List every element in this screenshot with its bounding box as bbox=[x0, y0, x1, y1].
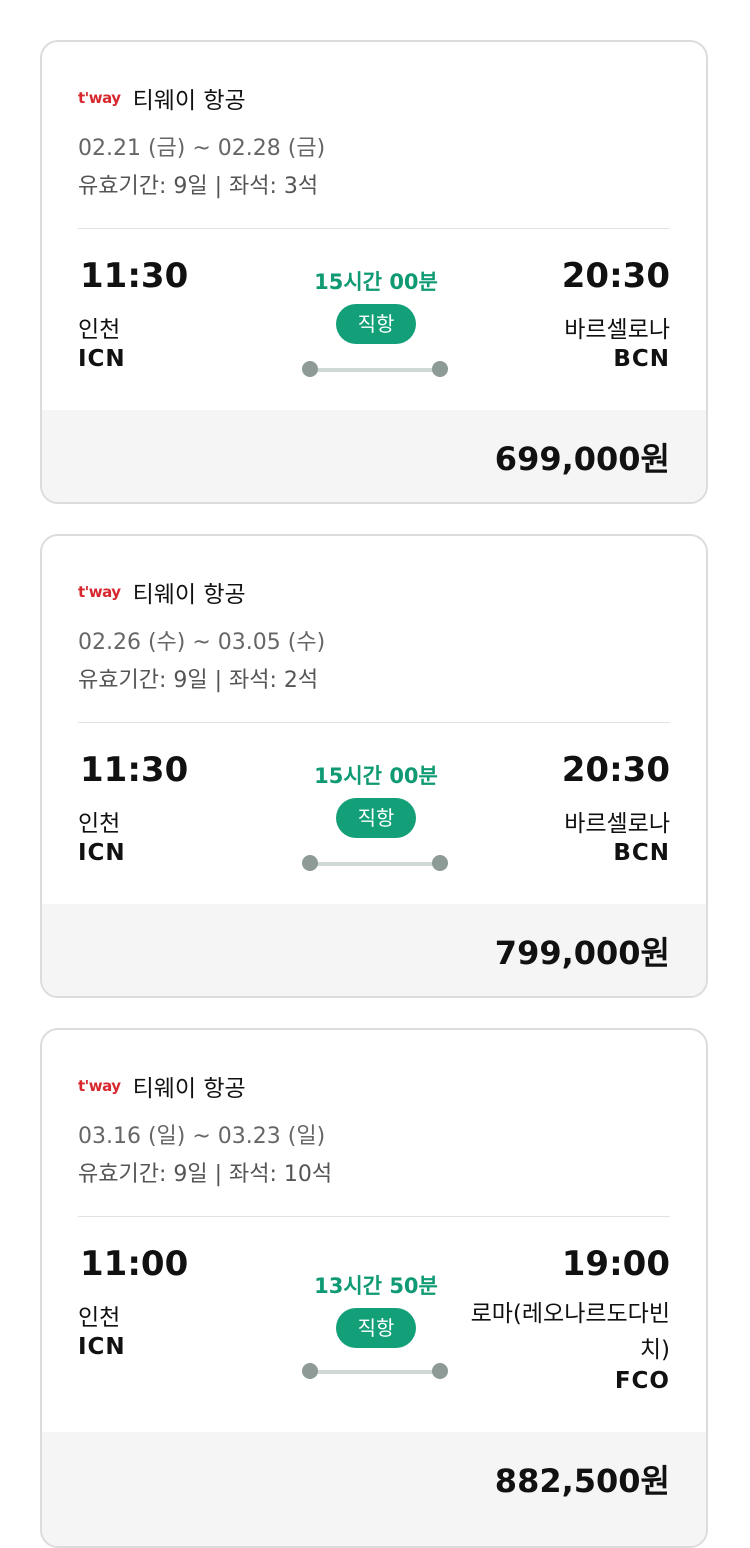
destination-dot-icon bbox=[432, 361, 448, 377]
divider bbox=[78, 1216, 670, 1217]
departure-code: ICN bbox=[78, 840, 126, 866]
direct-flight-badge: 직항 bbox=[336, 304, 416, 344]
flight-duration: 15시간 00분 bbox=[314, 764, 438, 788]
origin-dot-icon bbox=[302, 1363, 318, 1379]
price: 699,000원 bbox=[494, 440, 670, 478]
departure-city: 인천 bbox=[78, 317, 121, 343]
route-line bbox=[310, 1370, 440, 1374]
airline: t'way 티웨이 항공 bbox=[78, 574, 246, 610]
departure-city: 인천 bbox=[78, 1305, 121, 1331]
price-bar: 699,000원 bbox=[42, 410, 706, 502]
departure-time: 11:30 bbox=[80, 256, 189, 296]
divider bbox=[78, 722, 670, 723]
arrival-city: 바르셀로나 bbox=[564, 811, 670, 837]
travel-dates: 02.26 (수) ~ 03.05 (수) bbox=[78, 630, 326, 655]
flight-duration: 13시간 50분 bbox=[314, 1274, 438, 1298]
airline-name: 티웨이 항공 bbox=[132, 88, 246, 114]
price: 882,500원 bbox=[494, 1462, 670, 1500]
departure-time: 11:30 bbox=[80, 750, 189, 790]
arrival-city: 바르셀로나 bbox=[564, 317, 670, 343]
flight-card[interactable]: t'way 티웨이 항공 02.21 (금) ~ 02.28 (금) 유효기간:… bbox=[40, 40, 708, 504]
price-bar: 882,500원 bbox=[42, 1432, 706, 1546]
arrival-time: 20:30 bbox=[561, 256, 670, 296]
airline: t'way 티웨이 항공 bbox=[78, 1068, 246, 1104]
validity-seats: 유효기간: 9일 | 좌석: 3석 bbox=[78, 174, 319, 199]
flight-card[interactable]: t'way 티웨이 항공 03.16 (일) ~ 03.23 (일) 유효기간:… bbox=[40, 1028, 708, 1548]
travel-dates: 02.21 (금) ~ 02.28 (금) bbox=[78, 136, 326, 161]
price-bar: 799,000원 bbox=[42, 904, 706, 996]
airline-logo: t'way bbox=[78, 1077, 121, 1095]
origin-dot-icon bbox=[302, 361, 318, 377]
departure-city: 인천 bbox=[78, 811, 121, 837]
travel-dates: 03.16 (일) ~ 03.23 (일) bbox=[78, 1124, 326, 1149]
route-line bbox=[310, 368, 440, 372]
arrival-code: FCO bbox=[614, 1368, 670, 1394]
arrival-time: 19:00 bbox=[561, 1244, 670, 1284]
airline: t'way 티웨이 항공 bbox=[78, 80, 246, 116]
arrival-code: BCN bbox=[613, 346, 670, 372]
airline-logo: t'way bbox=[78, 89, 121, 107]
flight-card[interactable]: t'way 티웨이 항공 02.26 (수) ~ 03.05 (수) 유효기간:… bbox=[40, 534, 708, 998]
validity-seats: 유효기간: 9일 | 좌석: 10석 bbox=[78, 1162, 333, 1187]
departure-time: 11:00 bbox=[80, 1244, 189, 1284]
validity-seats: 유효기간: 9일 | 좌석: 2석 bbox=[78, 668, 319, 693]
route-line bbox=[310, 862, 440, 866]
departure-code: ICN bbox=[78, 1334, 126, 1360]
flight-duration: 15시간 00분 bbox=[314, 270, 438, 294]
arrival-city: 로마(레오나르도다빈치) bbox=[470, 1301, 670, 1363]
destination-dot-icon bbox=[432, 1363, 448, 1379]
origin-dot-icon bbox=[302, 855, 318, 871]
airline-name: 티웨이 항공 bbox=[132, 1076, 246, 1102]
departure-code: ICN bbox=[78, 346, 126, 372]
airline-name: 티웨이 항공 bbox=[132, 582, 246, 608]
arrival-code: BCN bbox=[613, 840, 670, 866]
price: 799,000원 bbox=[494, 934, 670, 972]
divider bbox=[78, 228, 670, 229]
arrival-time: 20:30 bbox=[561, 750, 670, 790]
destination-dot-icon bbox=[432, 855, 448, 871]
airline-logo: t'way bbox=[78, 583, 121, 601]
direct-flight-badge: 직항 bbox=[336, 798, 416, 838]
direct-flight-badge: 직항 bbox=[336, 1308, 416, 1348]
